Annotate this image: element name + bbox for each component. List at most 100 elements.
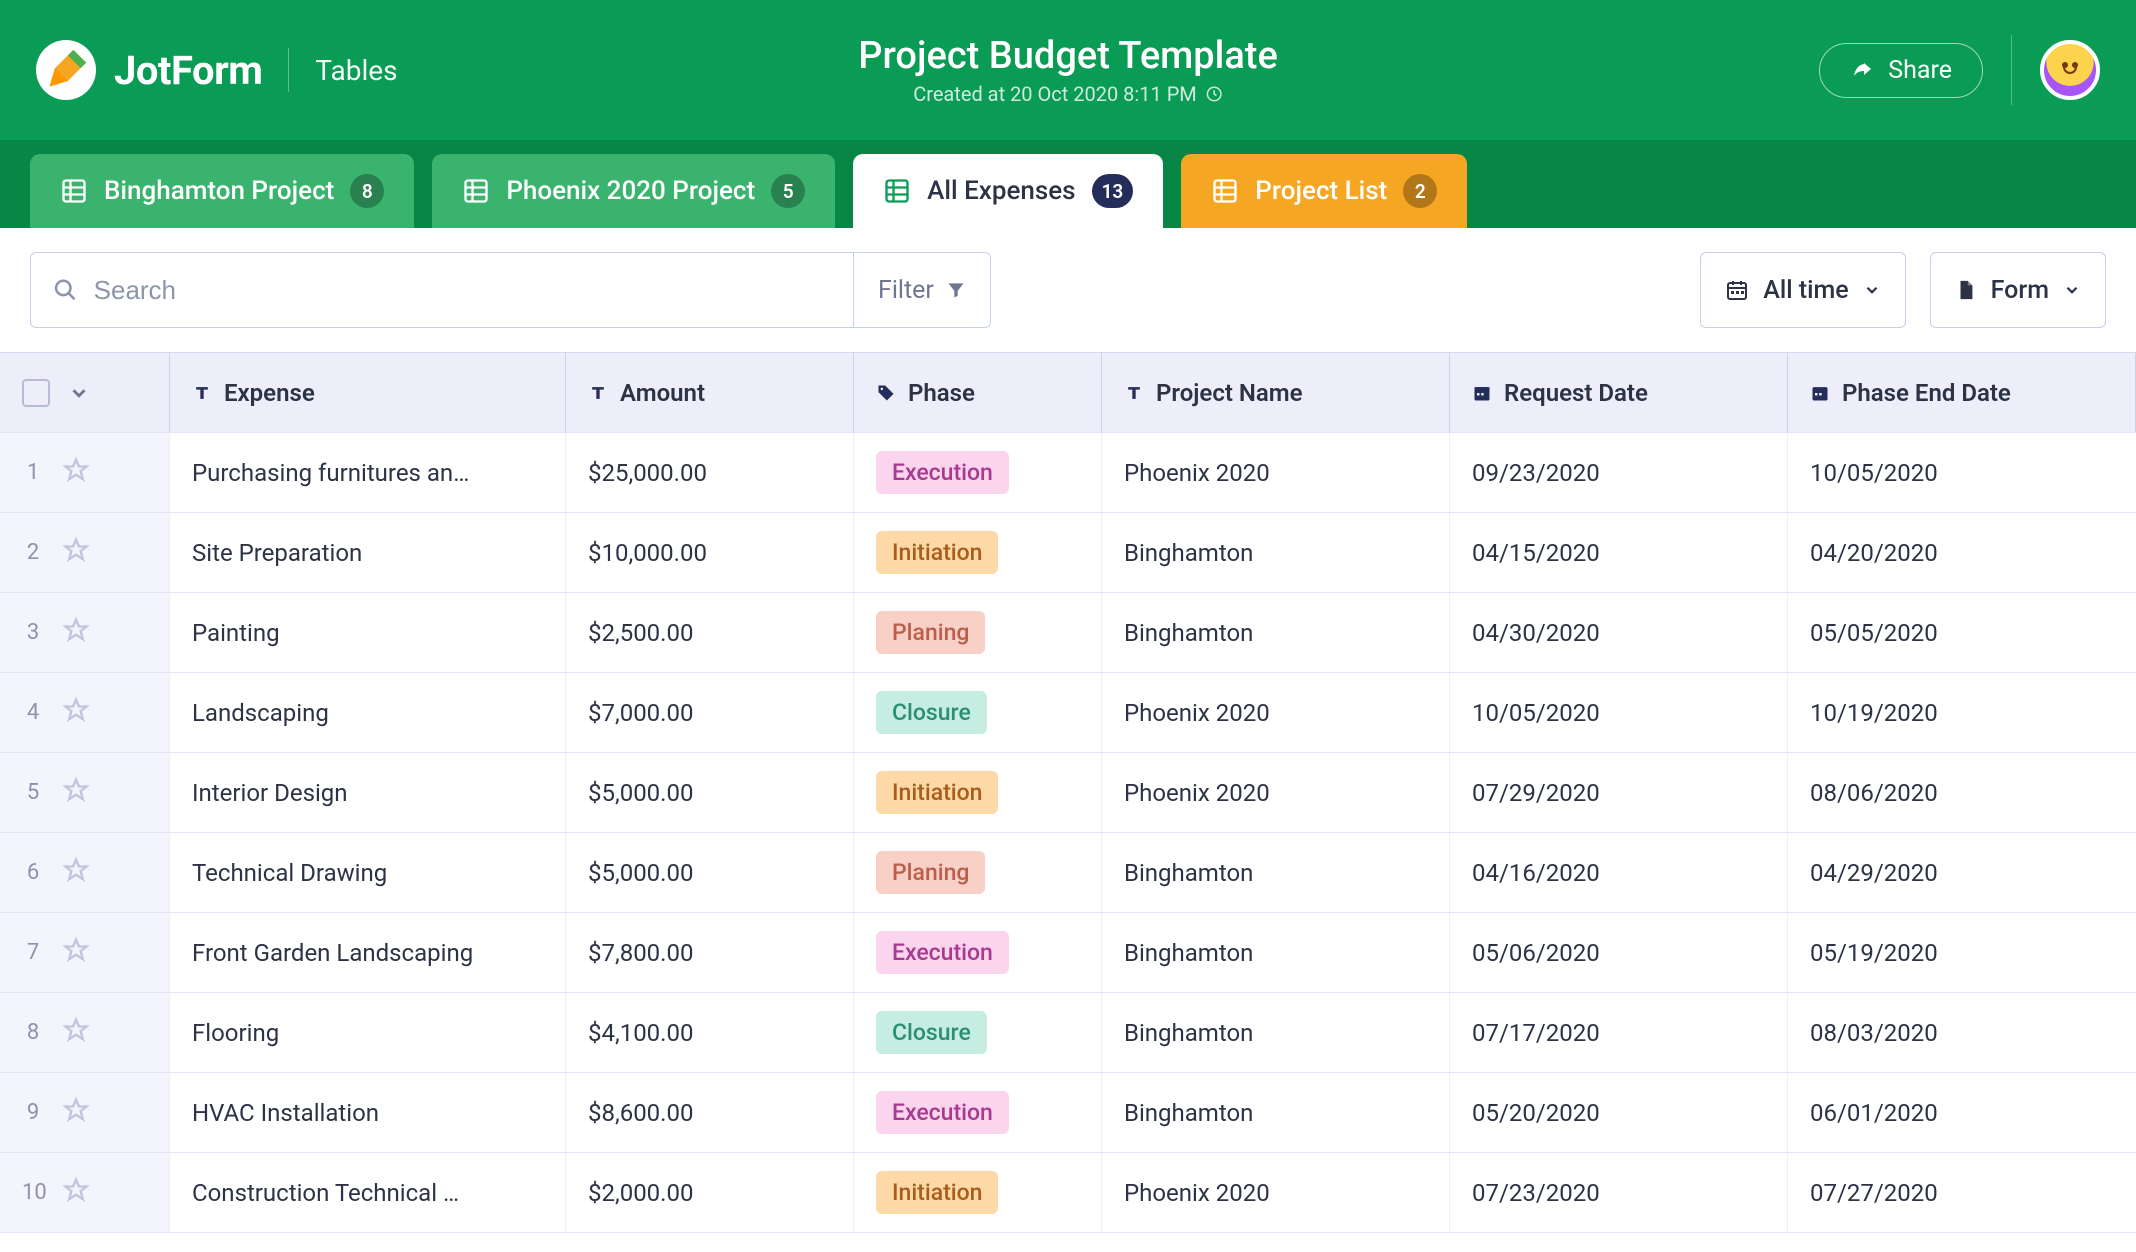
cell-expense[interactable]: HVAC Installation — [170, 1073, 566, 1152]
col-header-project[interactable]: Project Name — [1102, 353, 1450, 432]
tab-project-list[interactable]: Project List2 — [1181, 154, 1467, 228]
col-header-enddate[interactable]: Phase End Date — [1788, 353, 2136, 432]
tab-phoenix-2020-project[interactable]: Phoenix 2020 Project5 — [432, 154, 835, 228]
cell-reqdate[interactable]: 05/20/2020 — [1450, 1073, 1788, 1152]
cell-expense[interactable]: Construction Technical … — [170, 1153, 566, 1232]
cell-enddate[interactable]: 04/29/2020 — [1788, 833, 2136, 912]
cell-phase[interactable]: Planing — [854, 593, 1102, 672]
cell-reqdate[interactable]: 04/30/2020 — [1450, 593, 1788, 672]
cell-phase[interactable]: Execution — [854, 433, 1102, 512]
cell-reqdate[interactable]: 10/05/2020 — [1450, 673, 1788, 752]
tab-all-expenses[interactable]: All Expenses13 — [853, 154, 1163, 228]
cell-amount[interactable]: $2,500.00 — [566, 593, 854, 672]
form-button[interactable]: Form — [1930, 252, 2106, 328]
cell-expense[interactable]: Front Garden Landscaping — [170, 913, 566, 992]
cell-expense[interactable]: Purchasing furnitures an… — [170, 433, 566, 512]
cell-expense[interactable]: Painting — [170, 593, 566, 672]
cell-enddate[interactable]: 05/05/2020 — [1788, 593, 2136, 672]
cell-amount[interactable]: $2,000.00 — [566, 1153, 854, 1232]
cell-project[interactable]: Phoenix 2020 — [1102, 1153, 1450, 1232]
cell-phase[interactable]: Closure — [854, 993, 1102, 1072]
cell-phase[interactable]: Planing — [854, 833, 1102, 912]
cell-project[interactable]: Binghamton — [1102, 593, 1450, 672]
brand-segment[interactable]: Tables — [315, 54, 397, 87]
cell-reqdate[interactable]: 04/16/2020 — [1450, 833, 1788, 912]
cell-enddate[interactable]: 05/19/2020 — [1788, 913, 2136, 992]
timerange-button[interactable]: All time — [1700, 252, 1905, 328]
cell-phase[interactable]: Initiation — [854, 513, 1102, 592]
cell-expense[interactable]: Flooring — [170, 993, 566, 1072]
select-all-checkbox[interactable] — [22, 379, 50, 407]
cell-reqdate[interactable]: 04/15/2020 — [1450, 513, 1788, 592]
table-row[interactable]: 5Interior Design$5,000.00InitiationPhoen… — [0, 753, 2136, 833]
chevron-down-icon[interactable] — [68, 382, 90, 404]
table-row[interactable]: 1Purchasing furnitures an…$25,000.00Exec… — [0, 433, 2136, 513]
cell-phase[interactable]: Initiation — [854, 1153, 1102, 1232]
tab-binghamton-project[interactable]: Binghamton Project8 — [30, 154, 414, 228]
table-row[interactable]: 6Technical Drawing$5,000.00PlaningBingha… — [0, 833, 2136, 913]
cell-reqdate[interactable]: 09/23/2020 — [1450, 433, 1788, 512]
filter-button[interactable]: Filter — [853, 253, 990, 327]
cell-expense[interactable]: Site Preparation — [170, 513, 566, 592]
cell-enddate[interactable]: 06/01/2020 — [1788, 1073, 2136, 1152]
cell-expense[interactable]: Technical Drawing — [170, 833, 566, 912]
cell-phase[interactable]: Execution — [854, 1073, 1102, 1152]
star-icon[interactable] — [62, 1176, 90, 1210]
col-header-amount[interactable]: Amount — [566, 353, 854, 432]
cell-expense[interactable]: Landscaping — [170, 673, 566, 752]
table-row[interactable]: 8Flooring$4,100.00ClosureBinghamton07/17… — [0, 993, 2136, 1073]
cell-enddate[interactable]: 10/05/2020 — [1788, 433, 2136, 512]
cell-expense[interactable]: Interior Design — [170, 753, 566, 832]
cell-enddate[interactable]: 08/03/2020 — [1788, 993, 2136, 1072]
star-icon[interactable] — [62, 1096, 90, 1130]
cell-phase[interactable]: Execution — [854, 913, 1102, 992]
cell-enddate[interactable]: 04/20/2020 — [1788, 513, 2136, 592]
col-header-reqdate[interactable]: Request Date — [1450, 353, 1788, 432]
col-header-expense[interactable]: Expense — [170, 353, 566, 432]
star-icon[interactable] — [62, 1016, 90, 1050]
star-icon[interactable] — [62, 616, 90, 650]
table-row[interactable]: 4Landscaping$7,000.00ClosurePhoenix 2020… — [0, 673, 2136, 753]
table-row[interactable]: 2Site Preparation$10,000.00InitiationBin… — [0, 513, 2136, 593]
cell-enddate[interactable]: 07/27/2020 — [1788, 1153, 2136, 1232]
cell-amount[interactable]: $4,100.00 — [566, 993, 854, 1072]
cell-reqdate[interactable]: 07/29/2020 — [1450, 753, 1788, 832]
table-row[interactable]: 10Construction Technical …$2,000.00Initi… — [0, 1153, 2136, 1233]
cell-enddate[interactable]: 08/06/2020 — [1788, 753, 2136, 832]
brand-logo[interactable]: JotForm — [36, 40, 262, 100]
star-icon[interactable] — [62, 536, 90, 570]
table-row[interactable]: 9HVAC Installation$8,600.00ExecutionBing… — [0, 1073, 2136, 1153]
cell-project[interactable]: Phoenix 2020 — [1102, 673, 1450, 752]
star-icon[interactable] — [62, 456, 90, 490]
cell-amount[interactable]: $25,000.00 — [566, 433, 854, 512]
cell-amount[interactable]: $5,000.00 — [566, 833, 854, 912]
cell-amount[interactable]: $7,800.00 — [566, 913, 854, 992]
cell-reqdate[interactable]: 07/17/2020 — [1450, 993, 1788, 1072]
cell-amount[interactable]: $5,000.00 — [566, 753, 854, 832]
avatar[interactable] — [2040, 40, 2100, 100]
cell-enddate[interactable]: 10/19/2020 — [1788, 673, 2136, 752]
cell-project[interactable]: Binghamton — [1102, 1073, 1450, 1152]
share-button[interactable]: Share — [1819, 43, 1983, 98]
cell-reqdate[interactable]: 05/06/2020 — [1450, 913, 1788, 992]
cell-reqdate[interactable]: 07/23/2020 — [1450, 1153, 1788, 1232]
col-header-phase[interactable]: Phase — [854, 353, 1102, 432]
search-input[interactable] — [94, 275, 831, 306]
cell-project[interactable]: Binghamton — [1102, 833, 1450, 912]
cell-project[interactable]: Binghamton — [1102, 513, 1450, 592]
cell-amount[interactable]: $10,000.00 — [566, 513, 854, 592]
cell-project[interactable]: Phoenix 2020 — [1102, 433, 1450, 512]
cell-phase[interactable]: Initiation — [854, 753, 1102, 832]
cell-amount[interactable]: $7,000.00 — [566, 673, 854, 752]
table-row[interactable]: 7Front Garden Landscaping$7,800.00Execut… — [0, 913, 2136, 993]
star-icon[interactable] — [62, 936, 90, 970]
cell-amount[interactable]: $8,600.00 — [566, 1073, 854, 1152]
table-row[interactable]: 3Painting$2,500.00PlaningBinghamton04/30… — [0, 593, 2136, 673]
cell-project[interactable]: Binghamton — [1102, 913, 1450, 992]
cell-project[interactable]: Binghamton — [1102, 993, 1450, 1072]
star-icon[interactable] — [62, 696, 90, 730]
star-icon[interactable] — [62, 776, 90, 810]
star-icon[interactable] — [62, 856, 90, 890]
cell-phase[interactable]: Closure — [854, 673, 1102, 752]
cell-project[interactable]: Phoenix 2020 — [1102, 753, 1450, 832]
